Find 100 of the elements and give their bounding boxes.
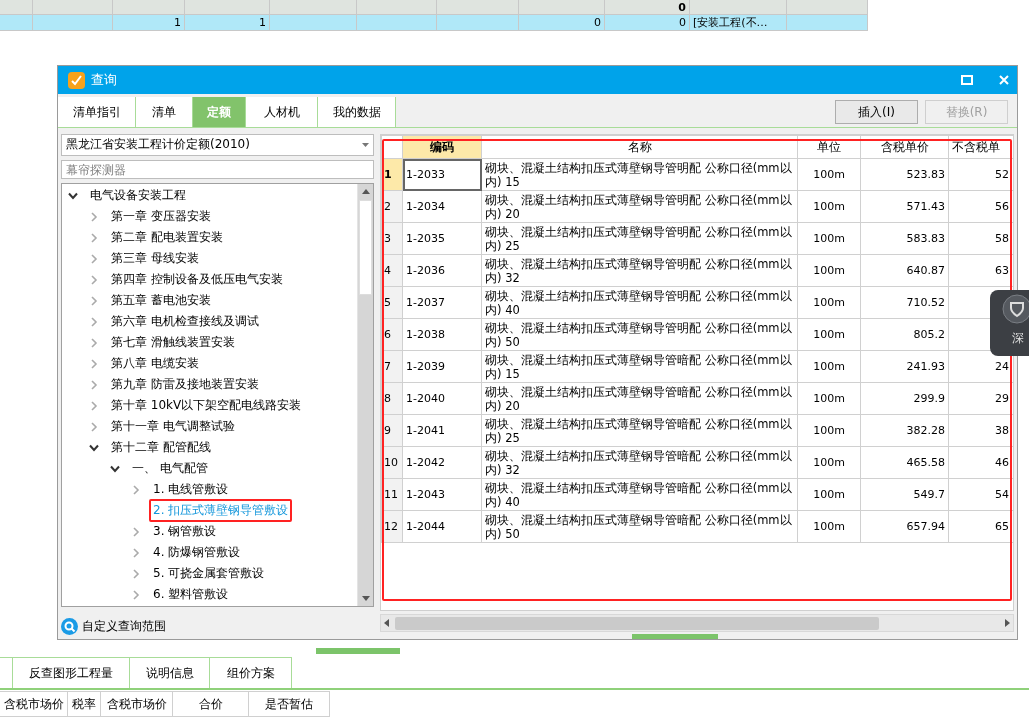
collapse-icon[interactable] (110, 463, 120, 474)
tree-item[interactable]: 第五章 蓄电池安装 (107, 289, 215, 313)
dropdown-arrow-icon (362, 142, 369, 147)
tree-item[interactable]: 第六章 电机检查接线及调试 (107, 310, 263, 334)
widget-label: 深 (1011, 330, 1024, 347)
table-cell: 710.52 (860, 286, 949, 319)
table-cell: 1-2044 (402, 510, 482, 543)
scope-link[interactable]: 自定义查询范围 (82, 617, 166, 635)
library-dropdown[interactable]: 黑龙江省安装工程计价定额(2010) (61, 134, 374, 156)
tree-item[interactable]: 5. 可挠金属套管敷设 (149, 562, 269, 586)
expand-icon[interactable] (131, 589, 141, 600)
table-cell: 1-2035 (402, 222, 482, 255)
tree-item[interactable]: 1. 电线管敷设 (149, 478, 233, 502)
table-cell: 805.2 (860, 318, 949, 351)
table-cell: 100m (797, 254, 861, 287)
table-cell: 549.7 (860, 478, 949, 511)
table-cell: 100m (797, 382, 861, 415)
table-cell: 100m (797, 446, 861, 479)
column-header[interactable]: 名称 (481, 135, 798, 159)
table-cell: 100m (797, 158, 861, 191)
tab[interactable]: 组价方案 (210, 657, 292, 688)
table-cell: 571.43 (860, 190, 949, 223)
tab[interactable]: 清单指引 (58, 97, 136, 127)
table-cell: 砌块、混凝土结构扣压式薄壁钢导管明配 公称口径(mm以内) 32 (481, 254, 798, 287)
collapse-icon[interactable] (68, 190, 78, 201)
table-cell: 砌块、混凝土结构扣压式薄壁钢导管明配 公称口径(mm以内) 15 (481, 158, 798, 191)
table-cell: 砌块、混凝土结构扣压式薄壁钢导管暗配 公称口径(mm以内) 40 (481, 478, 798, 511)
tree-item[interactable]: 6. 塑料管敷设 (149, 583, 233, 607)
expand-icon[interactable] (131, 484, 141, 495)
search-icon (61, 617, 78, 635)
table-cell: 100m (797, 286, 861, 319)
grid-cell: 0 (605, 15, 690, 31)
tree-item[interactable]: 第十章 10kV以下架空配电线路安装 (107, 394, 306, 418)
table-cell: 100m (797, 414, 861, 447)
scrollbar-thumb[interactable] (395, 616, 879, 630)
column-header: 税率 (68, 691, 101, 717)
tab[interactable]: 人材机 (246, 97, 318, 127)
tab[interactable]: 说明信息 (130, 657, 210, 688)
expand-icon[interactable] (131, 568, 141, 579)
scrollbar-thumb[interactable] (359, 200, 372, 296)
expand-icon[interactable] (89, 274, 99, 285)
table-cell: 657.94 (860, 510, 949, 543)
insert-button[interactable]: 插入(I) (835, 100, 918, 124)
expand-icon[interactable] (89, 211, 99, 222)
table-cell: 1-2033 (402, 158, 482, 191)
tree-item[interactable]: 3. 钢管敷设 (149, 520, 221, 544)
expand-icon[interactable] (89, 379, 99, 390)
grid-cell: [安装工程(不… (690, 15, 787, 31)
grid-cell: 0 (605, 0, 690, 15)
tree-item[interactable]: 第八章 电缆安装 (107, 352, 203, 376)
tree-item[interactable]: 第四章 控制设备及低压电气安装 (107, 268, 287, 292)
tree-item[interactable]: 第三章 母线安装 (107, 247, 203, 271)
grid-cell (113, 0, 185, 15)
expand-icon[interactable] (89, 358, 99, 369)
expand-icon[interactable] (89, 316, 99, 327)
table-cell: 砌块、混凝土结构扣压式薄壁钢导管暗配 公称口径(mm以内) 25 (481, 414, 798, 447)
tree-item[interactable]: 电气设备安装工程 (86, 184, 190, 208)
scrollbar[interactable] (357, 184, 373, 607)
grid-cell: 1 (185, 15, 270, 31)
tree-item[interactable]: 一、 电气配管 (128, 457, 212, 481)
table-cell: 1-2043 (402, 478, 482, 511)
tree-item[interactable]: 第九章 防雷及接地装置安装 (107, 373, 263, 397)
expand-icon[interactable] (89, 337, 99, 348)
table-cell: 砌块、混凝土结构扣压式薄壁钢导管明配 公称口径(mm以内) 50 (481, 318, 798, 351)
expand-icon[interactable] (131, 526, 141, 537)
tree-item[interactable]: 第一章 变压器安装 (107, 205, 215, 229)
table-cell: 382.28 (860, 414, 949, 447)
tab[interactable]: 清单 (136, 97, 193, 127)
expand-icon[interactable] (131, 547, 141, 558)
search-field[interactable]: 幕帘探测器 (61, 159, 374, 180)
tree-item[interactable]: 第七章 滑触线装置安装 (107, 331, 239, 355)
collapse-icon[interactable] (89, 442, 99, 453)
tree-item[interactable]: 第十二章 配管配线 (107, 436, 215, 460)
grid-cell (0, 15, 33, 31)
table-cell: 241.93 (860, 350, 949, 383)
table-cell: 砌块、混凝土结构扣压式薄壁钢导管明配 公称口径(mm以内) 40 (481, 286, 798, 319)
table-cell: 1-2039 (402, 350, 482, 383)
window-title: 查询 (91, 71, 117, 89)
horizontal-scrollbar[interactable] (380, 614, 1014, 633)
resize-handle[interactable] (632, 634, 718, 639)
column-header: 是否暂估 (249, 691, 330, 717)
tree-item[interactable]: 第十一章 电气调整试验 (107, 415, 239, 439)
expand-icon[interactable] (89, 400, 99, 411)
table-cell: 299.9 (860, 382, 949, 415)
tree-item[interactable]: 4. 防爆钢管敷设 (149, 541, 245, 565)
tab[interactable]: 我的数据 (318, 97, 396, 127)
expand-icon[interactable] (89, 421, 99, 432)
tree-item[interactable]: 第二章 配电装置安装 (107, 226, 227, 250)
resize-handle[interactable] (316, 648, 400, 654)
expand-icon[interactable] (89, 295, 99, 306)
expand-icon[interactable] (89, 232, 99, 243)
table-cell: 583.83 (860, 222, 949, 255)
table-cell: 1-2036 (402, 254, 482, 287)
column-header: 含税市场价 (101, 691, 173, 717)
expand-icon[interactable] (89, 253, 99, 264)
close-icon[interactable] (999, 75, 1009, 85)
tab[interactable]: 反查图形工程量 (13, 657, 130, 688)
column-header: 含税市场价 (0, 691, 68, 717)
floating-widget[interactable]: 深 (990, 290, 1029, 356)
maximize-icon[interactable] (961, 75, 973, 85)
